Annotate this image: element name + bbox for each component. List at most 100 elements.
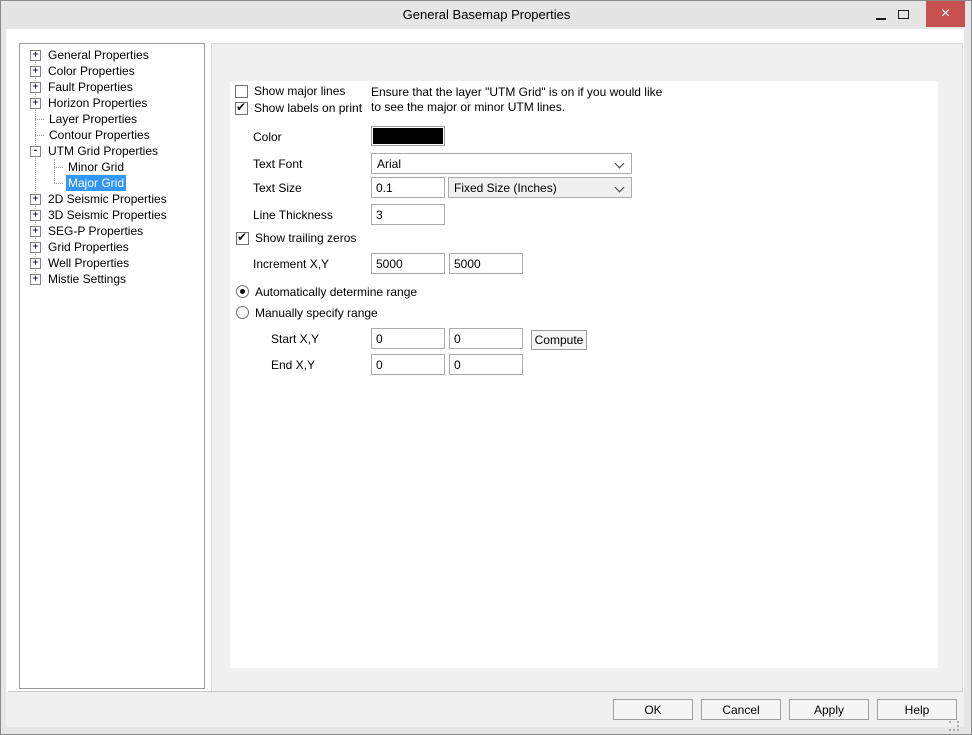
tree-item-label[interactable]: Mistie Settings bbox=[46, 271, 128, 287]
tree-item-label[interactable]: SEG-P Properties bbox=[46, 223, 145, 239]
maximize-button[interactable] bbox=[892, 1, 914, 28]
tree-stub-line bbox=[35, 119, 44, 120]
note-line-2: to see the major or minor UTM lines. bbox=[371, 100, 662, 115]
resize-grip[interactable] bbox=[949, 712, 960, 723]
tree-item-label[interactable]: Color Properties bbox=[46, 63, 137, 79]
radio-selected-dot bbox=[240, 289, 245, 294]
start-xy-label: Start X,Y bbox=[271, 332, 319, 346]
tree-item-label[interactable]: Layer Properties bbox=[47, 111, 139, 127]
close-icon: × bbox=[941, 6, 950, 22]
tree-item-label[interactable]: 2D Seismic Properties bbox=[46, 191, 169, 207]
tree-item-label[interactable]: Minor Grid bbox=[66, 159, 126, 175]
minimize-icon bbox=[876, 18, 886, 20]
tree-item-label[interactable]: Major Grid bbox=[66, 175, 126, 191]
tree-item-label[interactable]: Contour Properties bbox=[47, 127, 152, 143]
auto-range-label: Automatically determine range bbox=[255, 285, 417, 299]
close-button[interactable]: × bbox=[926, 1, 965, 27]
start-x-input[interactable] bbox=[371, 328, 445, 349]
tree-item-color-properties[interactable]: + Color Properties bbox=[20, 63, 204, 79]
tree-item-utm-grid-properties[interactable]: - UTM Grid Properties bbox=[20, 143, 204, 159]
start-y-input[interactable] bbox=[449, 328, 523, 349]
expand-plus-icon[interactable]: + bbox=[30, 194, 41, 205]
expand-plus-icon[interactable]: + bbox=[30, 226, 41, 237]
color-picker-button[interactable] bbox=[371, 126, 445, 146]
cancel-button[interactable]: Cancel bbox=[701, 699, 781, 720]
tree-item-major-grid-selected[interactable]: Major Grid bbox=[20, 175, 204, 191]
text-size-mode-dropdown[interactable]: Fixed Size (Inches) bbox=[448, 177, 632, 198]
tree-item-label[interactable]: Well Properties bbox=[46, 255, 131, 271]
expand-plus-icon[interactable]: + bbox=[30, 274, 41, 285]
tree-item-segp-properties[interactable]: + SEG-P Properties bbox=[20, 223, 204, 239]
tree-item-fault-properties[interactable]: + Fault Properties bbox=[20, 79, 204, 95]
tree-stub-line bbox=[54, 167, 63, 168]
maximize-icon bbox=[898, 10, 909, 19]
tree-item-layer-properties[interactable]: Layer Properties bbox=[20, 111, 204, 127]
chevron-down-icon bbox=[615, 183, 625, 193]
manual-range-label: Manually specify range bbox=[255, 306, 378, 320]
window-title: General Basemap Properties bbox=[2, 7, 971, 22]
apply-button[interactable]: Apply bbox=[789, 699, 869, 720]
show-labels-on-print-label: Show labels on print bbox=[254, 101, 362, 115]
show-trailing-zeros-checkbox[interactable]: ✔ bbox=[236, 232, 249, 245]
tree-item-label[interactable]: 3D Seismic Properties bbox=[46, 207, 169, 223]
text-font-value: Arial bbox=[377, 157, 401, 171]
tree-item-3d-seismic-properties[interactable]: + 3D Seismic Properties bbox=[20, 207, 204, 223]
text-size-label: Text Size bbox=[253, 181, 302, 195]
titlebar[interactable]: General Basemap Properties × bbox=[2, 1, 971, 29]
tree-item-general-properties[interactable]: + General Properties bbox=[20, 47, 204, 63]
note-line-1: Ensure that the layer "UTM Grid" is on i… bbox=[371, 85, 662, 100]
auto-range-radio[interactable] bbox=[236, 285, 249, 298]
end-xy-label: End X,Y bbox=[271, 358, 315, 372]
expand-plus-icon[interactable]: + bbox=[30, 258, 41, 269]
expand-plus-icon[interactable]: + bbox=[30, 82, 41, 93]
dialog-window: General Basemap Properties × + General P… bbox=[0, 0, 972, 735]
chevron-down-icon bbox=[615, 159, 625, 169]
tree-item-2d-seismic-properties[interactable]: + 2D Seismic Properties bbox=[20, 191, 204, 207]
tree-item-grid-properties[interactable]: + Grid Properties bbox=[20, 239, 204, 255]
expand-plus-icon[interactable]: + bbox=[30, 50, 41, 61]
expand-plus-icon[interactable]: + bbox=[30, 66, 41, 77]
tree-item-mistie-settings[interactable]: + Mistie Settings bbox=[20, 271, 204, 287]
color-label: Color bbox=[253, 130, 282, 144]
tree-item-label[interactable]: Grid Properties bbox=[46, 239, 131, 255]
major-grid-settings-panel: Show major lines ✔ Show labels on print … bbox=[230, 81, 938, 668]
collapse-minus-icon[interactable]: - bbox=[30, 146, 41, 157]
properties-tree[interactable]: + General Properties + Color Properties … bbox=[19, 43, 205, 689]
expand-plus-icon[interactable]: + bbox=[30, 210, 41, 221]
tree-stub-line bbox=[35, 135, 44, 136]
text-font-dropdown[interactable]: Arial bbox=[371, 153, 632, 174]
color-swatch bbox=[373, 128, 443, 144]
expand-plus-icon[interactable]: + bbox=[30, 98, 41, 109]
show-major-lines-checkbox[interactable] bbox=[235, 85, 248, 98]
window-controls: × bbox=[870, 1, 965, 28]
show-major-lines-label: Show major lines bbox=[254, 84, 345, 98]
help-button[interactable]: Help bbox=[877, 699, 957, 720]
line-thickness-input[interactable] bbox=[371, 204, 445, 225]
footer-button-bar: OK Cancel Apply Help bbox=[6, 692, 964, 727]
utm-grid-note: Ensure that the layer "UTM Grid" is on i… bbox=[371, 85, 662, 115]
show-trailing-zeros-label: Show trailing zeros bbox=[255, 231, 356, 245]
manual-range-radio[interactable] bbox=[236, 306, 249, 319]
increment-xy-label: Increment X,Y bbox=[253, 257, 329, 271]
tree-item-label[interactable]: General Properties bbox=[46, 47, 151, 63]
tree-stub-line bbox=[54, 183, 63, 184]
increment-y-input[interactable] bbox=[449, 253, 523, 274]
tree-item-contour-properties[interactable]: Contour Properties bbox=[20, 127, 204, 143]
text-size-input[interactable] bbox=[371, 177, 445, 198]
tree-item-label[interactable]: Fault Properties bbox=[46, 79, 135, 95]
dialog-client-area: + General Properties + Color Properties … bbox=[6, 29, 964, 727]
tree-item-minor-grid[interactable]: Minor Grid bbox=[20, 159, 204, 175]
expand-plus-icon[interactable]: + bbox=[30, 242, 41, 253]
compute-button[interactable]: Compute bbox=[531, 330, 587, 350]
end-x-input[interactable] bbox=[371, 354, 445, 375]
line-thickness-label: Line Thickness bbox=[253, 208, 333, 222]
tree-item-horizon-properties[interactable]: + Horizon Properties bbox=[20, 95, 204, 111]
tree-item-well-properties[interactable]: + Well Properties bbox=[20, 255, 204, 271]
end-y-input[interactable] bbox=[449, 354, 523, 375]
tree-item-label[interactable]: UTM Grid Properties bbox=[46, 143, 160, 159]
tree-item-label[interactable]: Horizon Properties bbox=[46, 95, 149, 111]
ok-button[interactable]: OK bbox=[613, 699, 693, 720]
increment-x-input[interactable] bbox=[371, 253, 445, 274]
minimize-button[interactable] bbox=[870, 1, 892, 28]
show-labels-on-print-checkbox[interactable]: ✔ bbox=[235, 102, 248, 115]
